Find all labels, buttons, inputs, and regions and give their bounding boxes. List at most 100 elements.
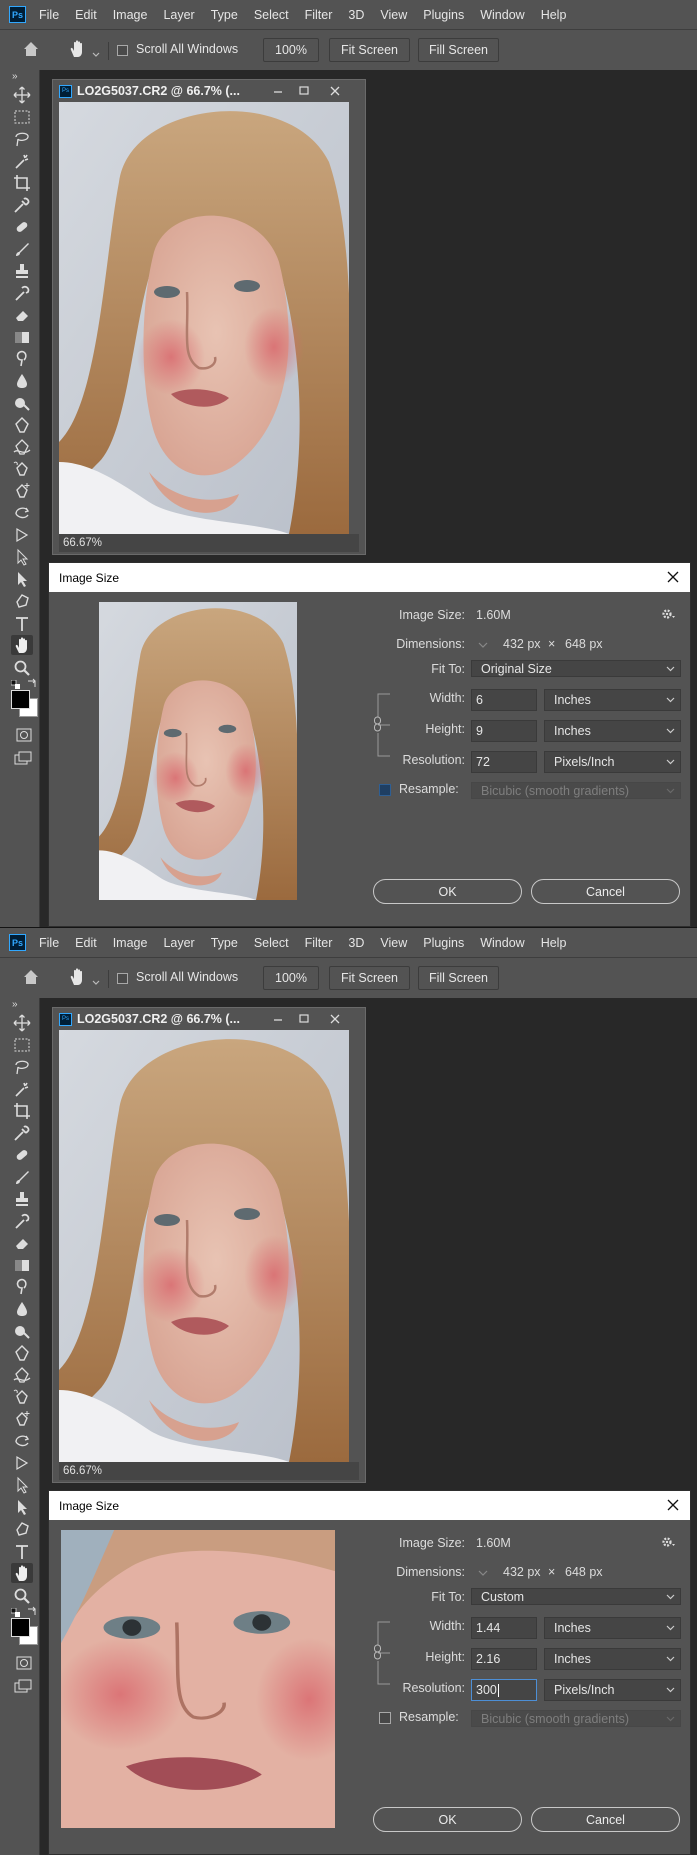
menu-filter[interactable]: Filter — [305, 8, 333, 22]
tool-preset-chevron-icon[interactable] — [92, 975, 100, 989]
foreground-color-swatch[interactable] — [11, 690, 30, 709]
dimensions-units-chevron-icon[interactable] — [477, 639, 489, 651]
history-brush-icon[interactable] — [13, 1212, 31, 1229]
default-colors-icon[interactable] — [10, 678, 20, 689]
collapse-panel-icon[interactable]: » — [12, 71, 18, 82]
add-anchor-icon[interactable] — [13, 1410, 31, 1426]
gradient-tool-icon[interactable] — [13, 328, 31, 344]
screen-mode-icon[interactable] — [14, 751, 32, 765]
resample-method-select[interactable]: Bicubic (smooth gradients) — [471, 1710, 681, 1727]
constrain-proportions-link-icon[interactable] — [373, 1621, 391, 1685]
maximize-icon[interactable] — [296, 83, 312, 99]
lasso-tool-icon[interactable] — [13, 130, 31, 147]
eyedropper-icon[interactable] — [13, 196, 31, 213]
pen-tool-icon[interactable] — [13, 416, 31, 433]
smudge-tool-icon[interactable] — [13, 1278, 31, 1295]
zoom-status[interactable]: 66.67% — [59, 1462, 359, 1480]
hand-tool-icon[interactable] — [11, 635, 33, 655]
path-select-icon[interactable] — [13, 1476, 31, 1494]
height-unit-select[interactable]: Inches — [544, 720, 681, 742]
menu-plugins[interactable]: Plugins — [423, 936, 464, 950]
minimize-icon[interactable] — [270, 83, 286, 99]
menu-layer[interactable]: Layer — [163, 8, 194, 22]
maximize-icon[interactable] — [296, 1011, 312, 1027]
freeform-pen-icon[interactable] — [13, 1388, 31, 1404]
shape-tool-icon[interactable] — [13, 1520, 31, 1536]
swap-colors-icon[interactable] — [27, 1605, 37, 1615]
blur-tool-icon[interactable] — [13, 1300, 31, 1316]
marquee-tool-icon[interactable] — [13, 1036, 31, 1052]
content-aware-move-icon[interactable] — [13, 504, 31, 520]
tool-preset-chevron-icon[interactable] — [92, 47, 100, 61]
menu-view[interactable]: View — [380, 936, 407, 950]
image-preview[interactable] — [99, 602, 297, 900]
content-aware-move-icon[interactable] — [13, 1432, 31, 1448]
fit-screen-button[interactable]: Fit Screen — [329, 966, 410, 990]
image-preview[interactable] — [61, 1530, 335, 1828]
curvature-pen-icon[interactable] — [13, 438, 31, 455]
type-tool-icon[interactable] — [13, 615, 31, 631]
zoom-tool-icon[interactable] — [13, 1587, 31, 1604]
move-tool-icon[interactable] — [13, 86, 31, 104]
type-tool-icon[interactable] — [13, 1543, 31, 1559]
menu-layer[interactable]: Layer — [163, 936, 194, 950]
scroll-all-windows-checkbox[interactable] — [117, 45, 128, 56]
settings-gear-icon[interactable] — [660, 607, 676, 623]
ok-button[interactable]: OK — [373, 1807, 522, 1832]
hand-tool-icon[interactable] — [68, 967, 88, 987]
document-tab[interactable]: Ps LO2G5037.CR2 @ 66.7% (... — [53, 80, 365, 102]
menu-window[interactable]: Window — [480, 936, 524, 950]
document-window[interactable]: Ps LO2G5037.CR2 @ 66.7% (... 66.67% — [52, 1007, 366, 1483]
menu-select[interactable]: Select — [254, 8, 289, 22]
resample-method-select[interactable]: Bicubic (smooth gradients) — [471, 782, 681, 799]
clone-stamp-icon[interactable] — [13, 1190, 31, 1206]
hand-tool-icon[interactable] — [68, 39, 88, 59]
dialog-close-icon[interactable] — [664, 1496, 682, 1514]
home-icon[interactable] — [22, 40, 40, 58]
fill-screen-button[interactable]: Fill Screen — [418, 966, 499, 990]
menu-image[interactable]: Image — [113, 8, 148, 22]
menu-window[interactable]: Window — [480, 8, 524, 22]
height-unit-select[interactable]: Inches — [544, 1648, 681, 1670]
document-image[interactable] — [59, 102, 349, 534]
zoom-status[interactable]: 66.67% — [59, 534, 359, 552]
resolution-unit-select[interactable]: Pixels/Inch — [544, 751, 681, 773]
healing-brush-icon[interactable] — [13, 1146, 31, 1162]
menu-type[interactable]: Type — [211, 8, 238, 22]
hand-tool-icon[interactable] — [11, 1563, 33, 1583]
pen-tool-icon[interactable] — [13, 1344, 31, 1361]
dimensions-units-chevron-icon[interactable] — [477, 1567, 489, 1579]
height-input[interactable]: 2.16 — [471, 1648, 537, 1670]
add-anchor-icon[interactable] — [13, 482, 31, 498]
settings-gear-icon[interactable] — [660, 1535, 676, 1551]
lasso-tool-icon[interactable] — [13, 1058, 31, 1075]
crop-tool-icon[interactable] — [13, 174, 31, 191]
dodge-tool-icon[interactable] — [13, 394, 31, 411]
ok-button[interactable]: OK — [373, 879, 522, 904]
fill-screen-button[interactable]: Fill Screen — [418, 38, 499, 62]
width-input[interactable]: 6 — [471, 689, 537, 711]
fit-to-select[interactable]: Original Size — [471, 660, 681, 677]
document-image[interactable] — [59, 1030, 349, 1462]
gradient-tool-icon[interactable] — [13, 1256, 31, 1272]
move-tool-icon[interactable] — [13, 1014, 31, 1032]
menu-file[interactable]: File — [39, 8, 59, 22]
clone-stamp-icon[interactable] — [13, 262, 31, 278]
path-select-icon[interactable] — [13, 548, 31, 566]
menu-select[interactable]: Select — [254, 936, 289, 950]
blur-tool-icon[interactable] — [13, 372, 31, 388]
foreground-color-swatch[interactable] — [11, 1618, 30, 1637]
height-input[interactable]: 9 — [471, 720, 537, 742]
history-brush-icon[interactable] — [13, 284, 31, 301]
swap-colors-icon[interactable] — [27, 677, 37, 687]
smudge-tool-icon[interactable] — [13, 350, 31, 367]
minimize-icon[interactable] — [270, 1011, 286, 1027]
default-colors-icon[interactable] — [10, 1606, 20, 1617]
collapse-panel-icon[interactable]: » — [12, 999, 18, 1010]
width-input[interactable]: 1.44 — [471, 1617, 537, 1639]
menu-type[interactable]: Type — [211, 936, 238, 950]
menu-image[interactable]: Image — [113, 936, 148, 950]
zoom-100-button[interactable]: 100% — [263, 966, 319, 990]
resample-checkbox[interactable] — [379, 1712, 391, 1724]
menu-plugins[interactable]: Plugins — [423, 8, 464, 22]
